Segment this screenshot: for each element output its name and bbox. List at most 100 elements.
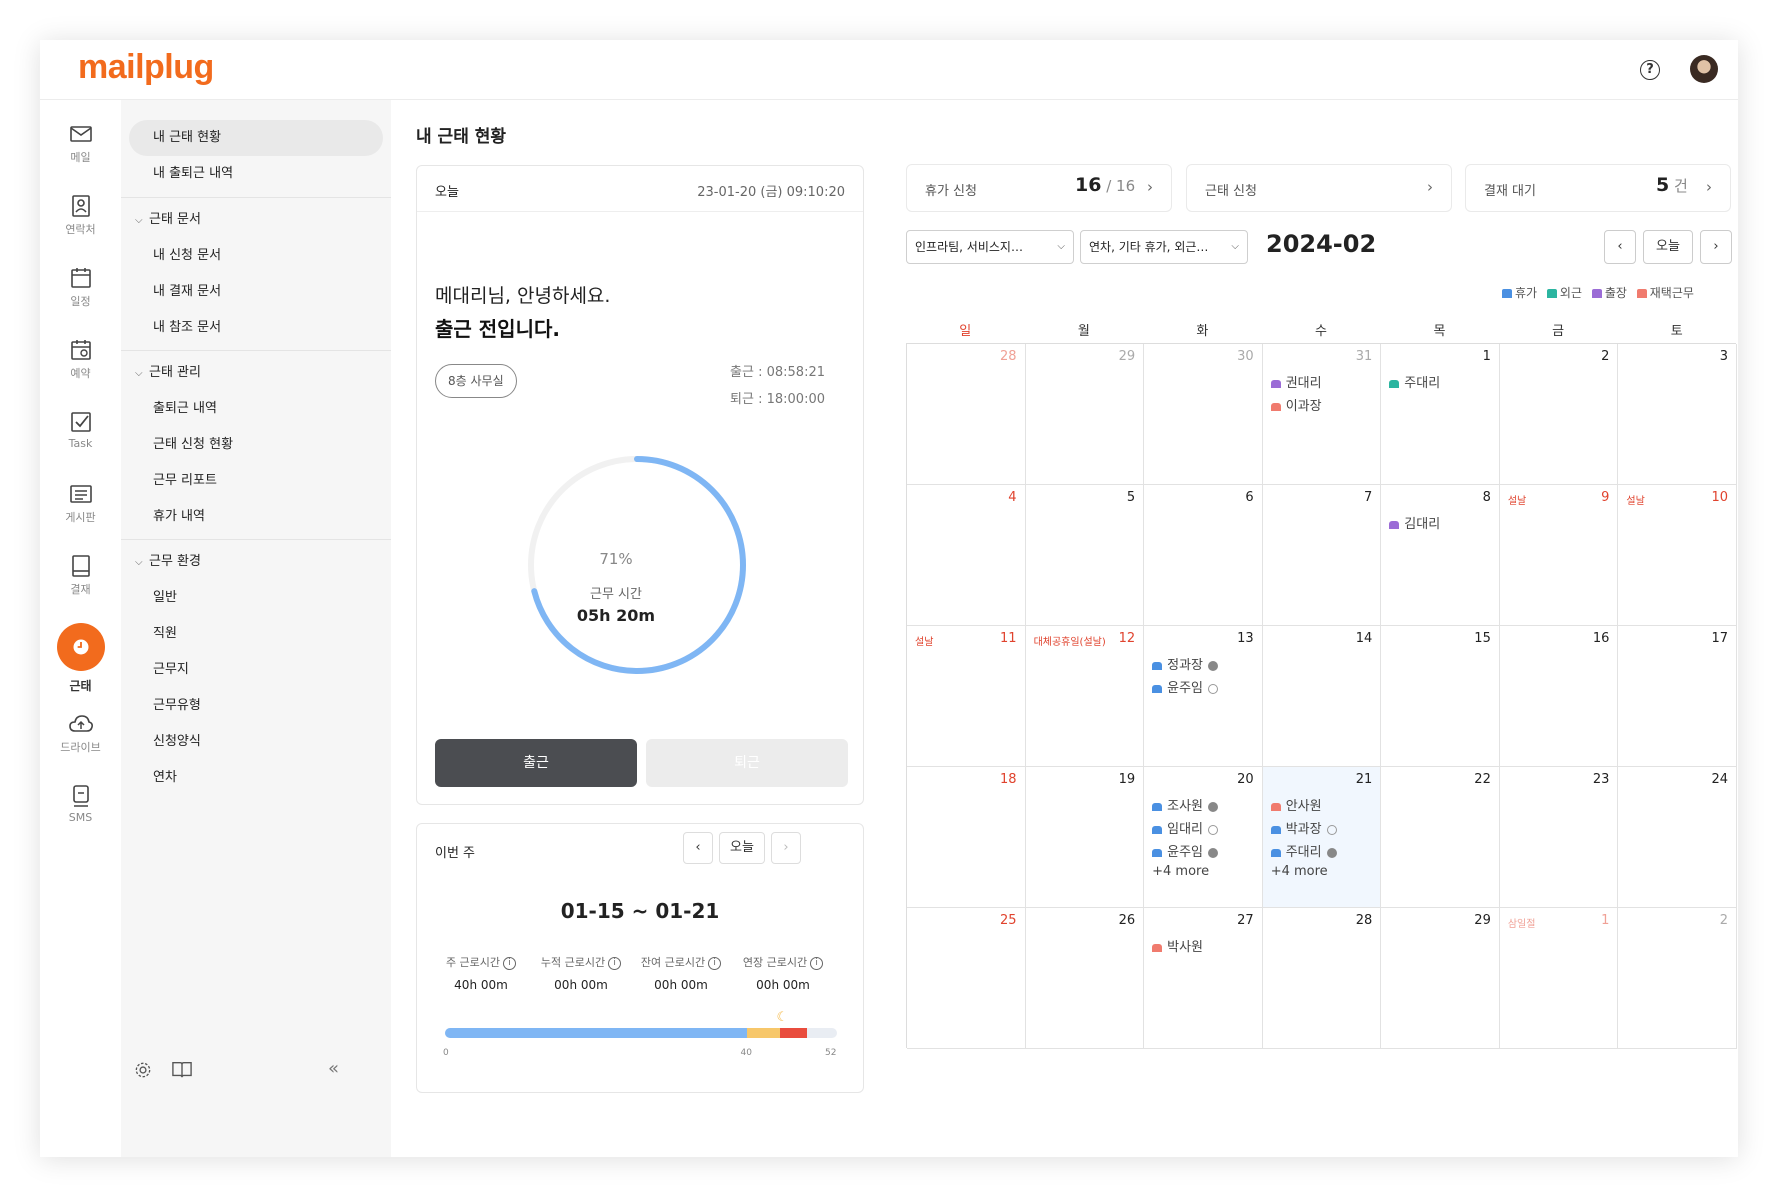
calendar-day-cell[interactable]: 19 <box>1025 767 1145 908</box>
team-filter-select[interactable]: 인프라팀, 서비스지… ⌵ <box>906 230 1074 264</box>
nav-item-my-approvals[interactable]: 내 결재 문서 <box>121 274 391 310</box>
week-prev-button[interactable]: ‹ <box>683 832 713 864</box>
rail-item-drive[interactable]: 드라이브 <box>40 712 121 782</box>
calendar-next-button[interactable]: › <box>1700 230 1732 264</box>
mailplug-logo[interactable]: mailplug <box>78 48 214 87</box>
calendar-event[interactable]: 조사원 <box>1152 795 1219 814</box>
calendar-day-cell[interactable]: 15 <box>1381 626 1500 767</box>
nav-group-environment[interactable]: ⌵ 근무 환경 <box>121 544 391 580</box>
calendar-day-cell[interactable]: 31 권대리 이과장 <box>1262 344 1382 485</box>
calendar-event[interactable]: 정과장 <box>1152 654 1219 673</box>
location-badge[interactable]: 8층 사무실 <box>435 364 517 398</box>
calendar-prev-button[interactable]: ‹ <box>1604 230 1636 264</box>
rail-item-task[interactable]: Task <box>40 410 121 480</box>
calendar-day-cell[interactable]: 9 설날 <box>1499 485 1619 626</box>
nav-item-workplace[interactable]: 근무지 <box>121 652 391 688</box>
calendar-day-cell[interactable]: 18 <box>907 767 1026 908</box>
info-icon[interactable]: i <box>608 956 622 970</box>
rail-item-calendar[interactable]: 일정 <box>40 266 121 336</box>
calendar-event[interactable]: 이과장 <box>1270 395 1322 414</box>
info-icon[interactable]: i <box>503 956 517 970</box>
clock-in-button[interactable]: 출근 <box>435 739 637 787</box>
nav-group-management[interactable]: ⌵ 근태 관리 <box>121 355 391 391</box>
calendar-day-cell[interactable]: 10 설날 <box>1618 485 1737 626</box>
calendar-day-cell[interactable]: 24 <box>1618 767 1737 908</box>
calendar-day-cell[interactable]: 25 <box>907 908 1026 1049</box>
pending-approval-card[interactable]: 결재 대기 5 건 › <box>1465 164 1731 212</box>
week-today-button[interactable]: 오늘 <box>719 832 765 864</box>
calendar-day-cell[interactable]: 4 <box>907 485 1026 626</box>
calendar-day-cell[interactable]: 29 <box>1025 344 1145 485</box>
calendar-day-cell[interactable]: 17 <box>1618 626 1737 767</box>
calendar-day-cell[interactable]: 23 <box>1499 767 1619 908</box>
calendar-day-cell[interactable]: 21 안사원 박과장 주대리 +4 more <box>1262 767 1382 908</box>
rail-item-sms[interactable]: SMS <box>40 784 121 854</box>
calendar-event[interactable]: 주대리 <box>1270 841 1337 860</box>
calendar-event[interactable]: 권대리 <box>1270 372 1322 391</box>
calendar-day-cell[interactable]: 1 삼일절 <box>1499 908 1619 1049</box>
calendar-day-cell[interactable]: 16 <box>1499 626 1619 767</box>
nav-item-staff[interactable]: 직원 <box>121 616 391 652</box>
rail-item-contacts[interactable]: 연락처 <box>40 194 121 264</box>
calendar-day-cell[interactable]: 13 정과장 윤주임 <box>1144 626 1263 767</box>
calendar-day-cell[interactable]: 7 <box>1262 485 1382 626</box>
info-icon[interactable]: i <box>708 956 722 970</box>
nav-item-work-report[interactable]: 근무 리포트 <box>121 463 391 499</box>
help-icon[interactable]: ? <box>1640 60 1660 80</box>
calendar-event[interactable]: 안사원 <box>1270 795 1322 814</box>
calendar-event[interactable]: 주대리 <box>1389 372 1440 391</box>
week-next-button[interactable]: › <box>771 832 801 864</box>
calendar-day-cell[interactable]: 28 <box>1262 908 1382 1049</box>
rail-item-approval[interactable]: 결재 <box>40 554 121 624</box>
calendar-day-cell[interactable]: 28 <box>907 344 1026 485</box>
calendar-day-cell[interactable]: 30 <box>1144 344 1263 485</box>
nav-group-documents[interactable]: ⌵ 근태 문서 <box>121 202 391 238</box>
nav-item-general[interactable]: 일반 <box>121 580 391 616</box>
calendar-today-button[interactable]: 오늘 <box>1643 230 1693 264</box>
more-events-link[interactable]: +4 more <box>1152 864 1209 879</box>
leave-request-card[interactable]: 휴가 신청 16 / 16 › <box>906 164 1172 212</box>
nav-item-annual-leave[interactable]: 연차 <box>121 760 391 796</box>
calendar-day-cell[interactable]: 5 <box>1025 485 1145 626</box>
nav-item-my-attendance[interactable]: 내 근태 현황 <box>129 120 383 156</box>
calendar-day-cell[interactable]: 6 <box>1144 485 1263 626</box>
calendar-day-cell[interactable]: 2 <box>1618 908 1737 1049</box>
clock-out-button[interactable]: 퇴근 <box>646 739 848 787</box>
info-icon[interactable]: i <box>810 956 824 970</box>
calendar-day-cell[interactable]: 2 <box>1499 344 1619 485</box>
rail-item-mail[interactable]: 메일 <box>40 122 121 192</box>
calendar-day-cell[interactable]: 29 <box>1381 908 1500 1049</box>
rail-item-reservation[interactable]: 예약 <box>40 338 121 408</box>
calendar-day-cell[interactable]: 27 박사원 <box>1144 908 1263 1049</box>
calendar-day-cell[interactable]: 26 <box>1025 908 1145 1049</box>
book-icon[interactable] <box>171 1060 193 1080</box>
calendar-day-cell[interactable]: 3 <box>1618 344 1737 485</box>
avatar[interactable] <box>1690 55 1718 83</box>
nav-item-commute-log[interactable]: 출퇴근 내역 <box>121 391 391 427</box>
collapse-sidebar-icon[interactable]: « <box>328 1058 339 1079</box>
nav-item-leave-history[interactable]: 휴가 내역 <box>121 499 391 535</box>
calendar-day-cell[interactable]: 1 주대리 <box>1381 344 1500 485</box>
rail-item-board[interactable]: 게시판 <box>40 482 121 552</box>
nav-item-forms[interactable]: 신청양식 <box>121 724 391 760</box>
rail-item-attendance[interactable]: 근태 <box>40 623 121 703</box>
more-events-link[interactable]: +4 more <box>1271 864 1328 879</box>
nav-item-my-requests[interactable]: 내 신청 문서 <box>121 238 391 274</box>
type-filter-select[interactable]: 연차, 기타 휴가, 외근… ⌵ <box>1080 230 1248 264</box>
calendar-event[interactable]: 임대리 <box>1152 818 1219 837</box>
calendar-event[interactable]: 윤주임 <box>1152 841 1219 860</box>
calendar-day-cell[interactable]: 22 <box>1381 767 1500 908</box>
calendar-event[interactable]: 박사원 <box>1152 936 1203 955</box>
calendar-day-cell[interactable]: 8 김대리 <box>1381 485 1500 626</box>
calendar-day-cell[interactable]: 11 설날 <box>907 626 1026 767</box>
calendar-event[interactable]: 박과장 <box>1270 818 1337 837</box>
nav-item-my-commute-log[interactable]: 내 출퇴근 내역 <box>121 156 391 192</box>
calendar-day-cell[interactable]: 14 <box>1262 626 1382 767</box>
calendar-day-cell[interactable]: 12 대체공휴일(설날) <box>1025 626 1145 767</box>
attendance-request-card[interactable]: 근태 신청 › <box>1186 164 1452 212</box>
calendar-day-cell[interactable]: 20 조사원 임대리 윤주임 +4 more <box>1144 767 1263 908</box>
nav-item-request-status[interactable]: 근태 신청 현황 <box>121 427 391 463</box>
nav-item-my-references[interactable]: 내 참조 문서 <box>121 310 391 346</box>
gear-icon[interactable] <box>133 1060 153 1080</box>
calendar-event[interactable]: 윤주임 <box>1152 677 1219 696</box>
